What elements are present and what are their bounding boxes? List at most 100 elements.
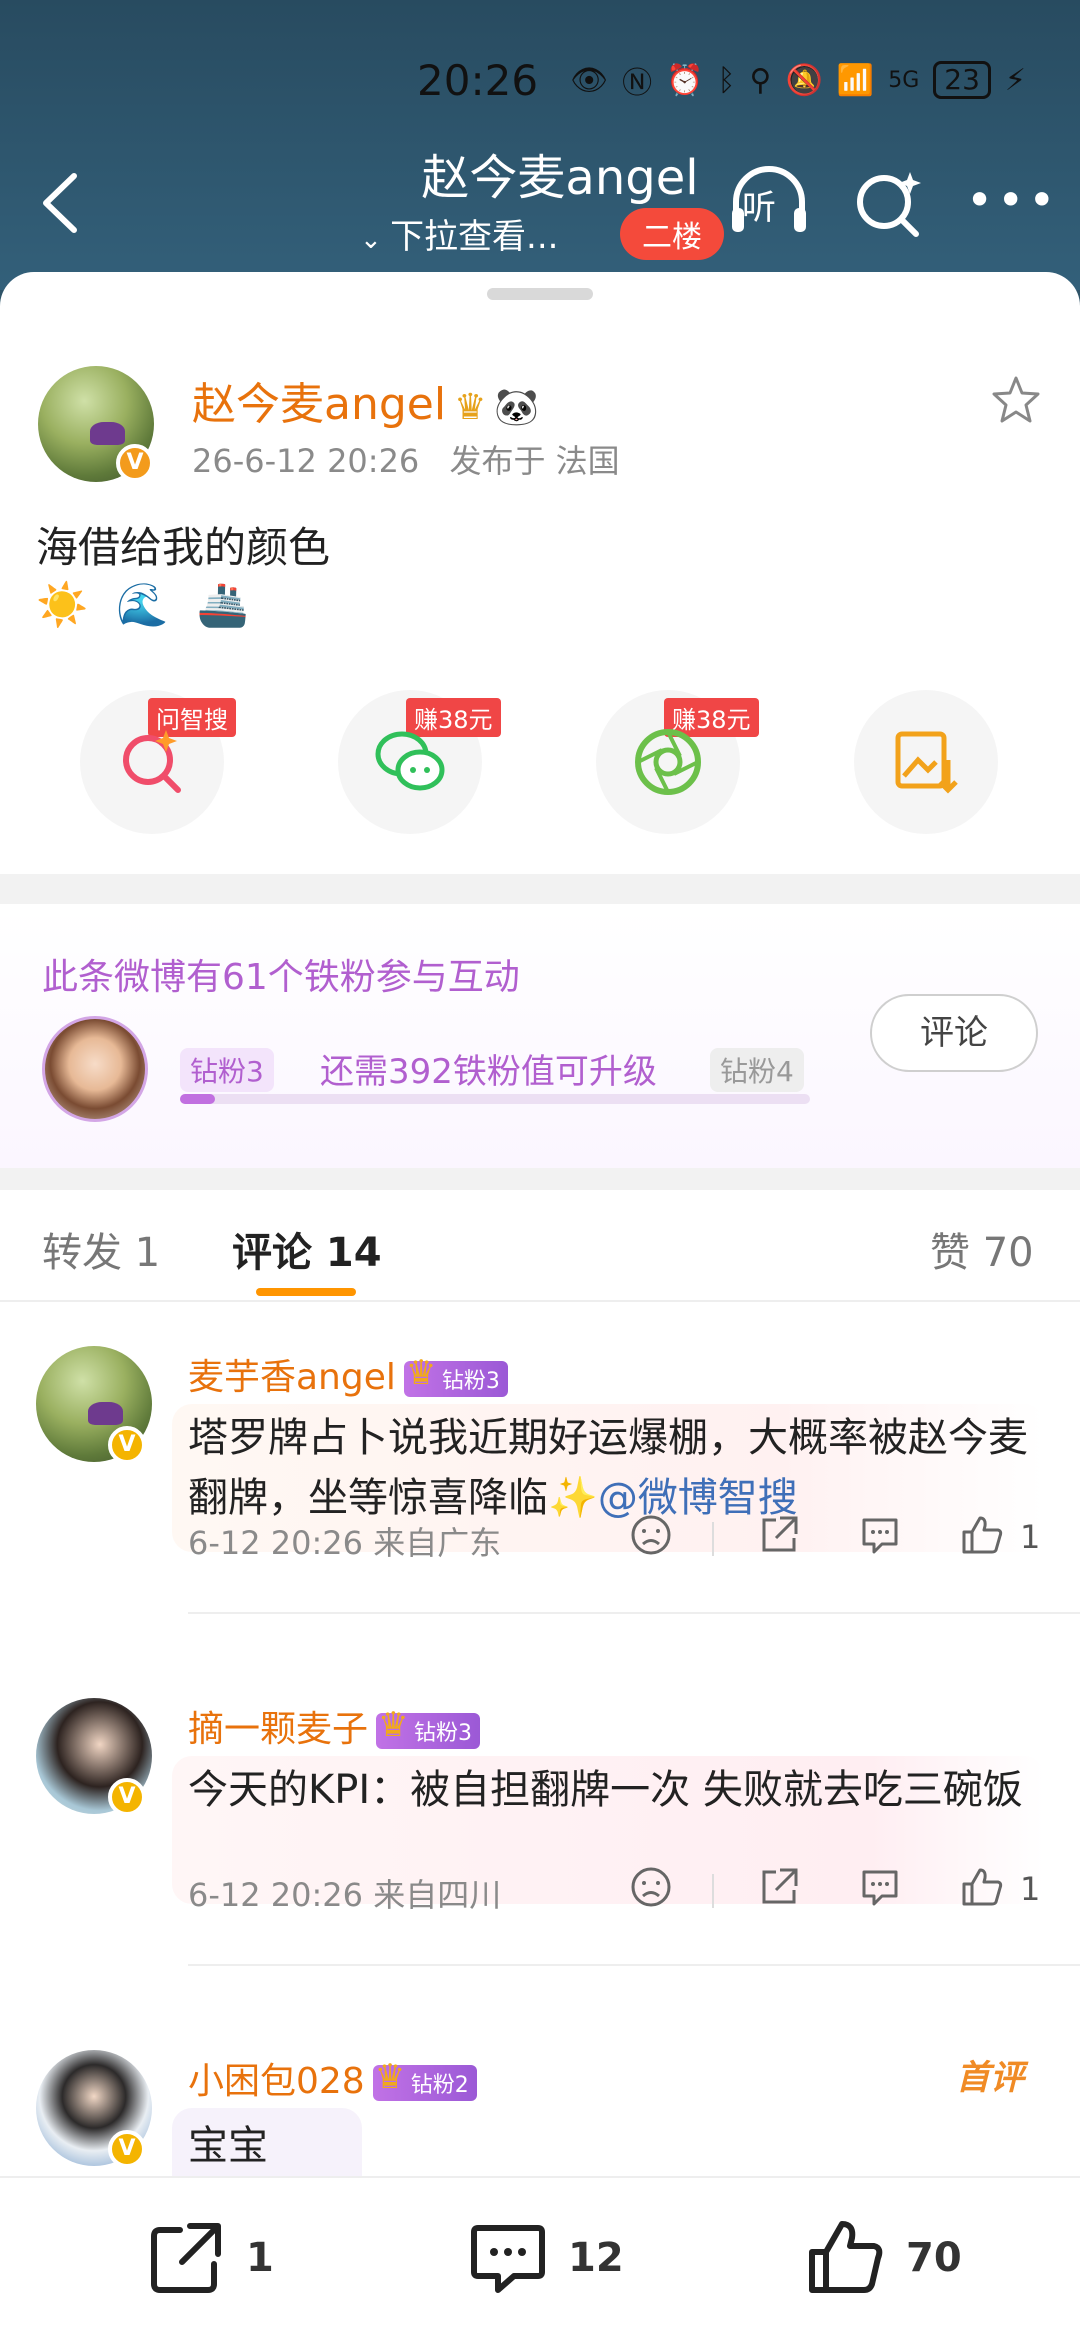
comment-location: 来自四川 xyxy=(373,1876,502,1914)
commenter-name[interactable]: 麦芋香angel xyxy=(188,1357,396,1398)
status-time: 20:26 xyxy=(417,55,539,105)
comment-actions: 1 xyxy=(620,1514,1050,1564)
like-count: 1 xyxy=(1020,1870,1041,1908)
crown-icon: ♛ xyxy=(454,386,487,428)
tab-likes[interactable]: 赞 70 xyxy=(930,1220,1034,1278)
wifi-icon: 📶 xyxy=(836,62,875,98)
post-emoji: ☀️🌊🚢 xyxy=(36,580,277,629)
thumbs-up-icon xyxy=(809,2221,883,2293)
post-card: V 赵今麦angel ♛ 🐼 26-6-12 20:26 发布于 法国 海借给我的颜… xyxy=(0,272,1080,2340)
comment-text: 今天的KPI：被自担翻牌一次 失败就去吃三碗饭 xyxy=(188,1767,1023,1813)
comment-actions: 1 xyxy=(620,1866,1050,1916)
save-image-button[interactable] xyxy=(854,690,998,834)
second-floor-badge[interactable]: 二楼 xyxy=(620,208,724,260)
section-divider xyxy=(0,874,1080,904)
panda-icon: 🐼 xyxy=(494,387,540,428)
nfc-icon: Ⓝ xyxy=(622,66,653,101)
like-icon[interactable] xyxy=(960,1514,1004,1560)
comment-location: 来自广东 xyxy=(373,1524,502,1562)
save-image-icon xyxy=(895,731,958,794)
like-button[interactable]: 70 xyxy=(806,2218,962,2298)
listen-button[interactable]: 听 xyxy=(728,160,810,240)
comment-count: 12 xyxy=(568,2235,624,2281)
verified-icon: V xyxy=(108,1426,146,1464)
favorite-star-icon[interactable] xyxy=(990,374,1042,426)
reply-icon[interactable] xyxy=(858,1514,902,1560)
header-title: 赵今麦angel xyxy=(421,150,699,206)
first-comment-tag: 首评 xyxy=(956,2058,1024,2098)
bluetooth-icon: ᛒ xyxy=(717,62,736,98)
comment-icon xyxy=(471,2225,545,2293)
commenter-name[interactable]: 摘一颗麦子 xyxy=(188,1709,368,1750)
location-icon: ⚲ xyxy=(749,62,772,98)
commenter-name[interactable]: 小困包028 xyxy=(188,2061,365,2102)
status-bar: 20:26 👁 Ⓝ ⏰ ᛒ ⚲ 🔕 📶 5G 23 ⚡ xyxy=(417,50,1026,110)
listen-label: 听 xyxy=(742,188,776,228)
fans-comment-button[interactable]: 评论 xyxy=(870,994,1038,1072)
bottom-action-bar: 1 12 70 xyxy=(0,2176,1080,2340)
post-date: 26-6-12 20:26 xyxy=(192,442,420,480)
repost-comment-icon[interactable] xyxy=(758,1514,800,1560)
comment-item: V 摘一颗麦子钻粉3 今天的KPI：被自担翻牌一次 失败就去吃三碗饭 6-12 … xyxy=(0,1698,1080,2028)
like-icon[interactable] xyxy=(960,1866,1004,1912)
repost-comment-icon[interactable] xyxy=(758,1866,800,1912)
eye-icon: 👁 xyxy=(570,62,609,98)
section-divider xyxy=(0,1168,1080,1190)
back-icon[interactable] xyxy=(36,168,86,238)
post-meta: 26-6-12 20:26 发布于 法国 xyxy=(192,436,620,482)
fan-level-badge: 钻粉3 xyxy=(403,1353,508,1397)
tab-comments[interactable]: 评论 14 xyxy=(232,1220,382,1278)
action-divider xyxy=(712,1522,714,1556)
more-icon[interactable]: ••• xyxy=(966,177,1059,223)
smart-search-icon xyxy=(123,730,181,793)
repost-icon xyxy=(151,2223,221,2293)
like-count-total: 70 xyxy=(906,2235,962,2281)
verified-icon: V xyxy=(108,2130,146,2168)
fans-progress-fill xyxy=(180,1094,215,1104)
tab-repost[interactable]: 转发 1 xyxy=(42,1220,160,1278)
moments-icon xyxy=(635,729,701,795)
iron-fans-panel: 此条微博有61个铁粉参与互动 钻粉3 还需392铁粉值可升级 钻粉4 评论 xyxy=(0,908,1080,1168)
dislike-face-icon[interactable] xyxy=(630,1866,672,1912)
comment-divider xyxy=(188,1612,1080,1614)
drag-handle[interactable] xyxy=(487,288,593,300)
wechat-icon xyxy=(375,731,445,791)
fan-level-badge: 钻粉3 xyxy=(376,1705,481,1749)
repost-button[interactable]: 1 xyxy=(146,2218,274,2298)
share-moments-button[interactable]: 赚38元 xyxy=(596,690,759,834)
active-tab-indicator xyxy=(256,1288,356,1296)
reply-icon[interactable] xyxy=(858,1866,902,1912)
post-location: 发布于 法国 xyxy=(449,442,620,480)
comment-text: 宝宝 xyxy=(188,2123,268,2169)
alarm-icon: ⏰ xyxy=(666,62,704,98)
fans-progress-bar xyxy=(180,1094,810,1104)
comment-item: V 麦芋香angel钻粉3 塔罗牌占卜说我近期好运爆棚，大概率被赵今麦翻牌，坐等… xyxy=(0,1346,1080,1676)
fan-avatar[interactable] xyxy=(42,1016,148,1122)
repost-count: 1 xyxy=(246,2235,274,2281)
fans-current-level: 钻粉3 xyxy=(180,1048,274,1092)
comment-time: 6-12 20:26 xyxy=(188,1524,364,1562)
share-smart-search-button[interactable]: 问智搜 xyxy=(80,690,236,834)
detail-tabs: 转发 1 评论 14 赞 70 xyxy=(0,1192,1080,1302)
share-wechat-button[interactable]: 赚38元 xyxy=(338,690,501,834)
fans-next-level: 钻粉4 xyxy=(710,1048,804,1092)
search-icon[interactable] xyxy=(852,166,924,238)
comment-time: 6-12 20:26 xyxy=(188,1876,364,1914)
like-count: 1 xyxy=(1020,1518,1041,1556)
dislike-face-icon[interactable] xyxy=(630,1514,672,1560)
network-label: 5G xyxy=(888,67,920,93)
author-name[interactable]: 赵今麦angel xyxy=(192,379,446,430)
comment-item: V 小困包028钻粉2 首评 宝宝 xyxy=(0,2050,1080,2198)
fans-title: 此条微博有61个铁粉参与互动 xyxy=(42,957,520,998)
verified-icon: V xyxy=(108,1778,146,1816)
fans-need-text: 还需392铁粉值可升级 xyxy=(320,1052,657,1092)
header-subtitle: 下拉查看... xyxy=(390,217,559,257)
action-divider xyxy=(712,1874,714,1908)
battery-level: 23 xyxy=(933,61,991,99)
app-header: 20:26 👁 Ⓝ ⏰ ᛒ ⚲ 🔕 📶 5G 23 ⚡ 赵今麦angel ⌄ 下… xyxy=(0,0,1080,290)
comment-button[interactable]: 12 xyxy=(468,2218,624,2298)
chevron-down-icon: ⌄ xyxy=(360,225,391,255)
fan-level-badge: 钻粉2 xyxy=(372,2057,477,2101)
post-text: 海借给我的颜色 xyxy=(36,523,331,572)
mute-icon: 🔕 xyxy=(785,62,823,98)
